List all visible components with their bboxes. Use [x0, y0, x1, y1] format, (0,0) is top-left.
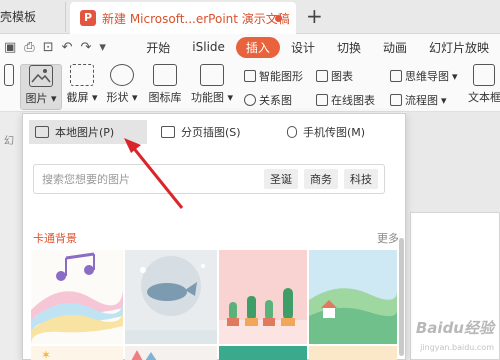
- annotation-arrow: [124, 138, 184, 209]
- watermark-logo: Baidu经验: [415, 319, 494, 337]
- watermark-url: jingyan.baidu.com: [420, 343, 494, 352]
